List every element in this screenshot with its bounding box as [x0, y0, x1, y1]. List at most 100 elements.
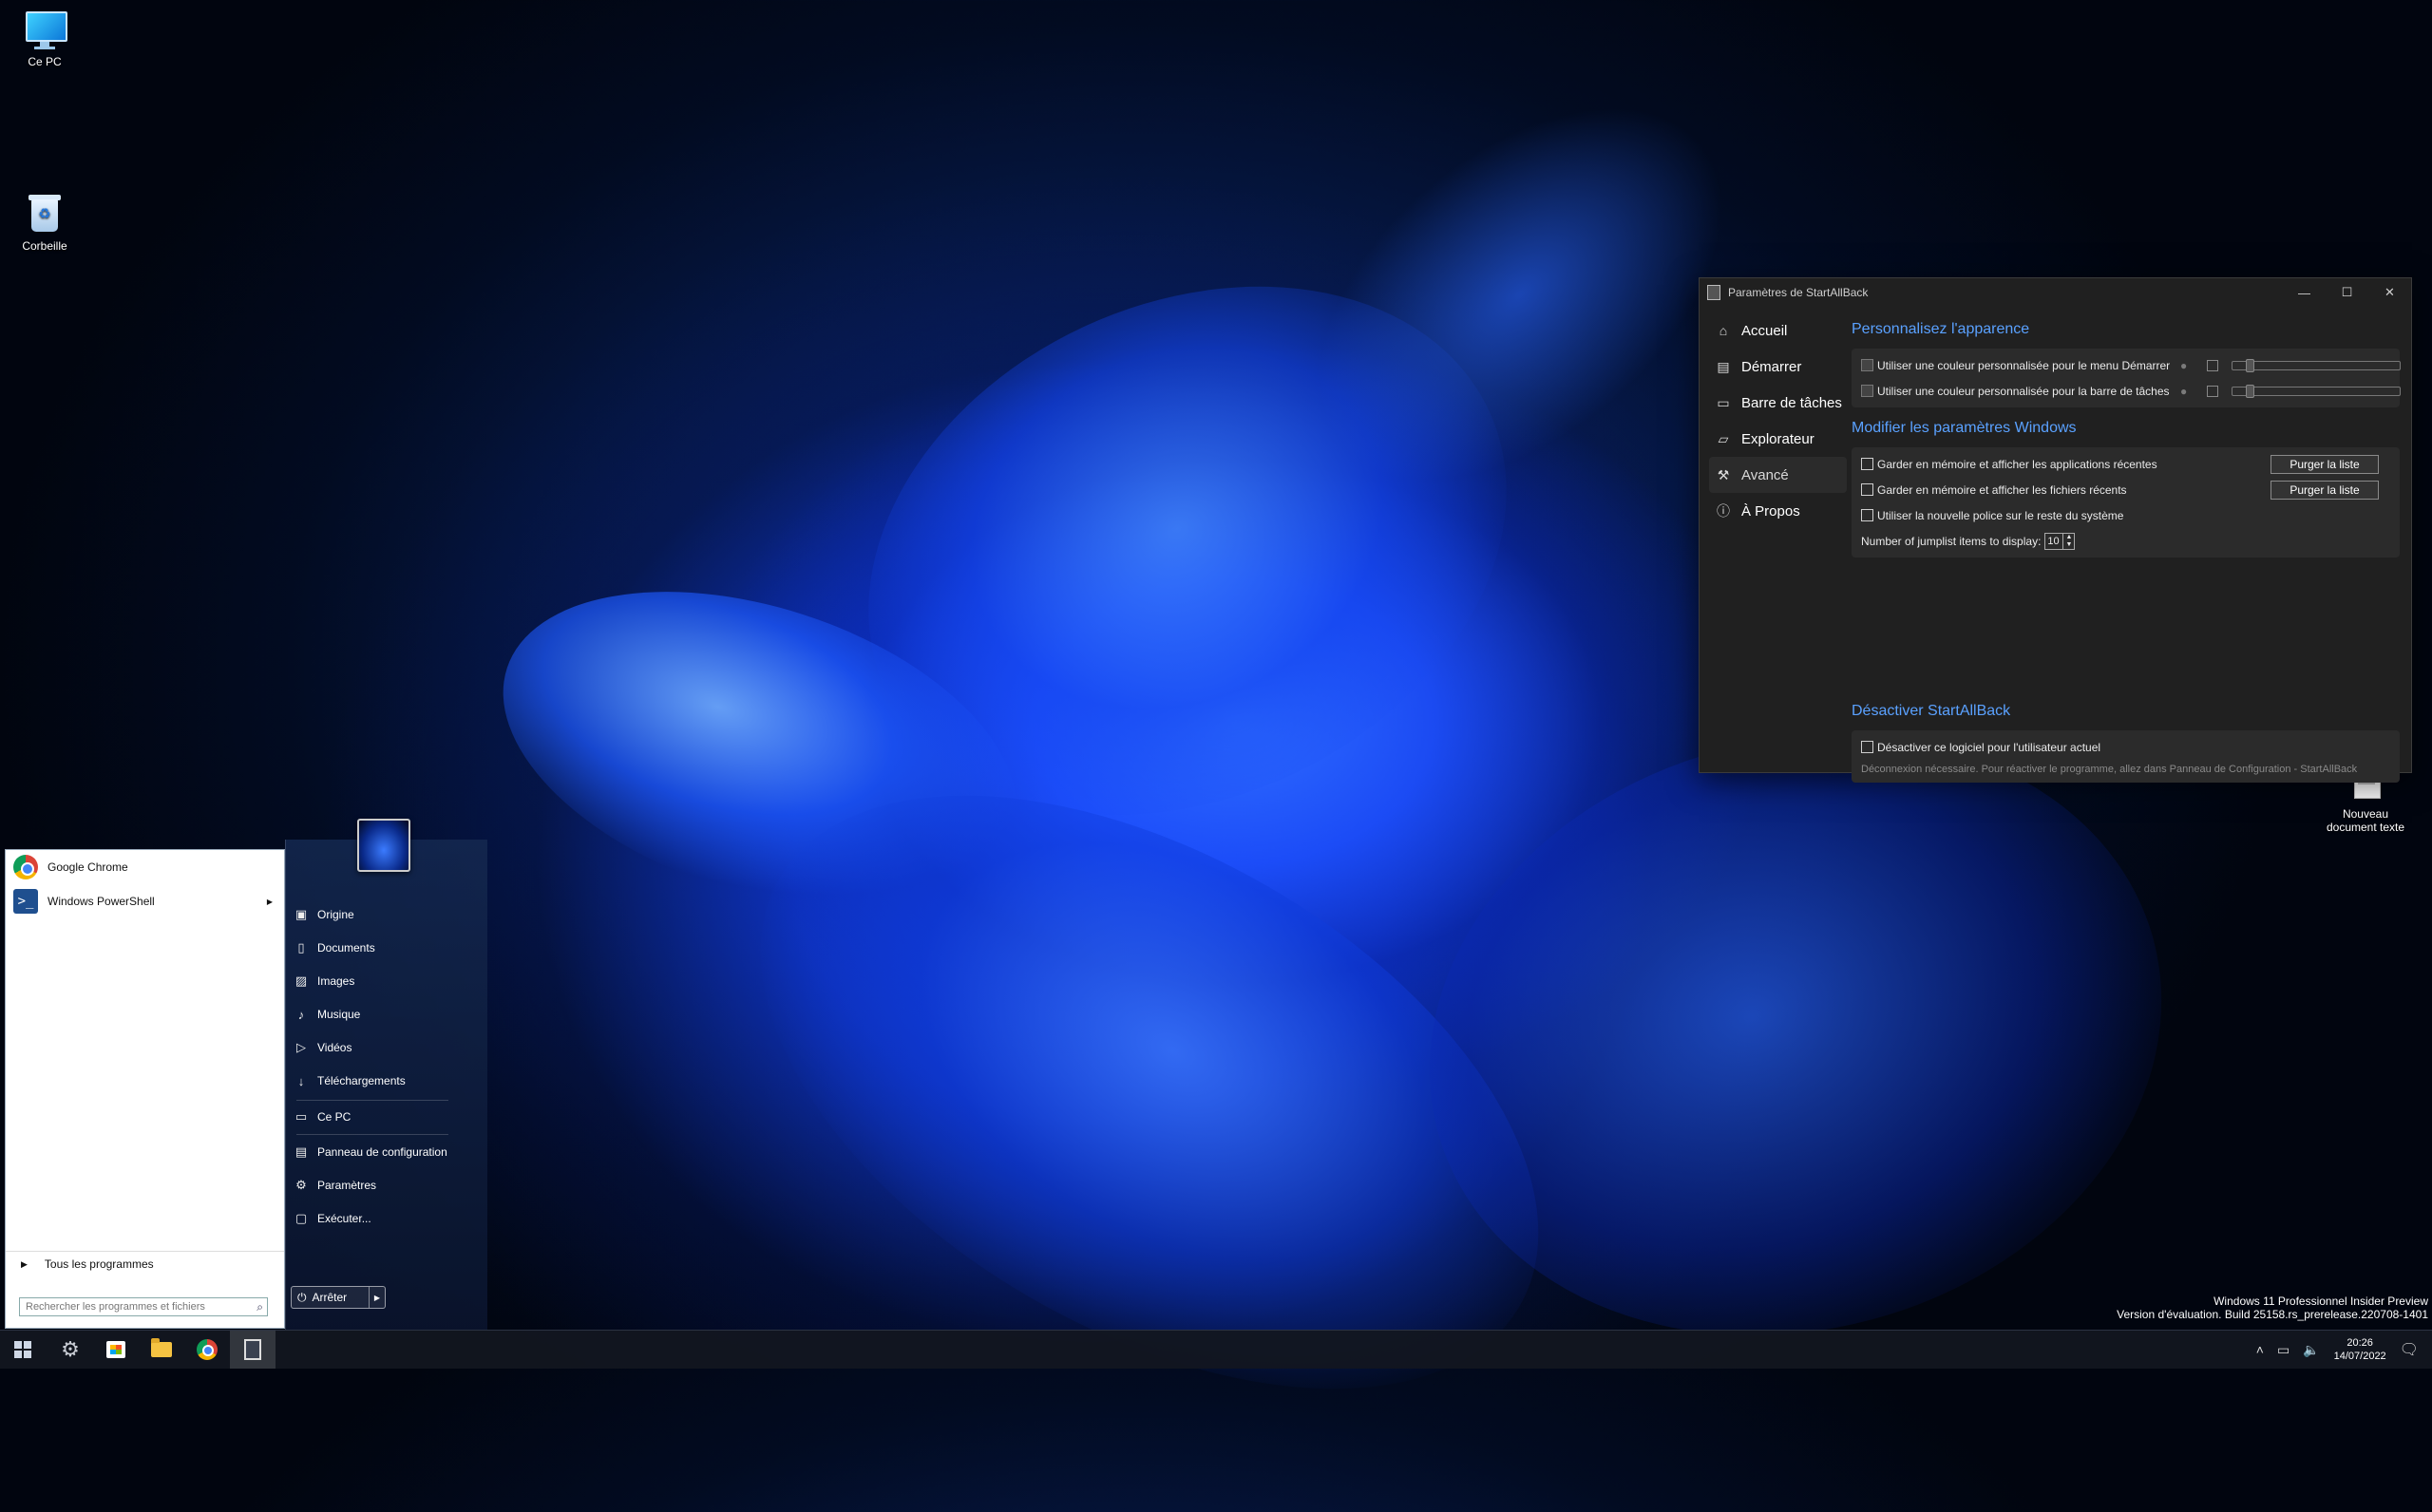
- taskbar-opacity-slider[interactable]: [2232, 384, 2401, 398]
- new-font-row: Utiliser la nouvelle police sur le reste…: [1861, 502, 2390, 528]
- divider: [296, 1134, 448, 1135]
- start-color-label: Utiliser une couleur personnalisée pour …: [1877, 358, 2171, 372]
- taskbar-microsoft-store[interactable]: [93, 1331, 139, 1369]
- recent-files-row: Garder en mémoire et afficher les fichie…: [1861, 477, 2390, 502]
- slider-handle[interactable]: [2246, 358, 2254, 372]
- desktop-icon-recycle-bin[interactable]: ♻ Corbeille: [2, 192, 87, 253]
- taskbar-color-checkbox[interactable]: [1861, 385, 1873, 397]
- nav-item-demarrer[interactable]: ▤ Démarrer: [1709, 349, 1847, 385]
- taskbar-settings[interactable]: ⚙: [48, 1331, 93, 1369]
- music-icon: ♪: [297, 1007, 305, 1022]
- volume-icon[interactable]: 🔈: [2303, 1342, 2319, 1358]
- clock[interactable]: 20:26 14/07/2022: [2334, 1336, 2386, 1363]
- chevron-right-icon[interactable]: ▶: [369, 1287, 385, 1308]
- close-button[interactable]: ✕: [2368, 278, 2411, 307]
- start-menu: Google Chrome >_ Windows PowerShell ▶ ▶ …: [0, 819, 487, 1331]
- place-executer[interactable]: ▢ Exécuter...: [294, 1202, 475, 1235]
- disable-label: Désactiver ce logiciel pour l'utilisateu…: [1877, 740, 2101, 754]
- user-folder-icon: ▣: [294, 907, 308, 921]
- jumplist-row: Number of jumplist items to display: 10 …: [1861, 528, 2390, 554]
- new-font-checkbox[interactable]: [1861, 509, 1873, 521]
- jumplist-stepper[interactable]: 10 ▲ ▼: [2044, 532, 2076, 550]
- taskbar-file-explorer[interactable]: [139, 1331, 184, 1369]
- chevron-down-icon[interactable]: ▼: [2065, 541, 2072, 549]
- control-panel-icon: ▤: [294, 1144, 308, 1159]
- program-label: Google Chrome: [48, 860, 128, 874]
- place-label: Musique: [317, 1008, 361, 1021]
- place-parametres[interactable]: ⚙ Paramètres: [294, 1169, 475, 1201]
- chrome-icon: [197, 1339, 218, 1360]
- stepper-arrows[interactable]: ▲ ▼: [2063, 532, 2076, 550]
- start-color-row: Utiliser une couleur personnalisée pour …: [1861, 352, 2401, 378]
- nav-item-barre-de-taches[interactable]: ▭ Barre de tâches: [1709, 385, 1847, 421]
- desktop-icon-this-pc[interactable]: Ce PC: [2, 8, 87, 68]
- taskbar-google-chrome[interactable]: [184, 1331, 230, 1369]
- taskbar-color-label: Utiliser une couleur personnalisée pour …: [1877, 384, 2170, 398]
- clock-time: 20:26: [2346, 1337, 2373, 1349]
- start-color-checkbox[interactable]: [1861, 359, 1873, 371]
- nav-item-label: Accueil: [1741, 322, 1788, 339]
- jumplist-label: Number of jumplist items to display:: [1861, 534, 2042, 548]
- all-programs-label: Tous les programmes: [44, 1257, 154, 1271]
- search-placeholder: Rechercher les programmes et fichiers: [26, 1301, 205, 1313]
- power-icon: ⏻: [297, 1290, 307, 1304]
- place-ce-pc[interactable]: ▭ Ce PC: [294, 1101, 475, 1133]
- start-search-input[interactable]: Rechercher les programmes et fichiers ⌕: [19, 1297, 268, 1316]
- recent-files-checkbox[interactable]: [1861, 483, 1873, 496]
- start-opacity-slider[interactable]: [2232, 358, 2401, 372]
- taskbar-color-swatch[interactable]: [2207, 385, 2218, 397]
- taskbar-startallback-settings[interactable]: [230, 1331, 276, 1369]
- chevron-up-icon[interactable]: ˄: [2256, 1342, 2264, 1357]
- taskbar: ⚙ ˄ ▭ 🔈 20:26 14/07/2022 🗨: [0, 1330, 2432, 1369]
- network-icon[interactable]: ▭: [2277, 1342, 2290, 1358]
- chevron-up-icon[interactable]: ▲: [2065, 534, 2072, 541]
- wrench-icon: ⚒: [1717, 466, 1730, 482]
- place-telechargements[interactable]: ↓ Téléchargements: [294, 1065, 475, 1097]
- nav-item-label: Démarrer: [1741, 358, 1802, 375]
- search-icon[interactable]: ⌕: [256, 1300, 263, 1314]
- folder-icon: ▱: [1718, 430, 1729, 446]
- place-label: Ce PC: [317, 1110, 352, 1124]
- place-origine[interactable]: ▣ Origine: [294, 898, 475, 931]
- nav-item-a-propos[interactable]: ⓘ À Propos: [1709, 493, 1847, 529]
- disable-checkbox[interactable]: [1861, 741, 1873, 753]
- slider-handle[interactable]: [2246, 384, 2254, 398]
- place-documents[interactable]: ▯ Documents: [294, 932, 475, 964]
- notification-icon[interactable]: 🗨: [2400, 1340, 2419, 1359]
- nav-item-label: Explorateur: [1741, 430, 1814, 447]
- nav-item-accueil[interactable]: ⌂ Accueil: [1709, 312, 1847, 349]
- program-windows-powershell[interactable]: >_ Windows PowerShell ▶: [6, 884, 284, 918]
- windows-params-card: Garder en mémoire et afficher les applic…: [1852, 447, 2400, 558]
- start-color-swatch[interactable]: [2207, 359, 2218, 371]
- shutdown-button[interactable]: ⏻ Arrêter ▶: [291, 1286, 386, 1309]
- place-videos[interactable]: ▷ Vidéos: [294, 1031, 475, 1064]
- recent-apps-checkbox[interactable]: [1861, 458, 1873, 470]
- app-icon: [1707, 285, 1720, 300]
- maximize-button[interactable]: ☐: [2326, 278, 2368, 307]
- recent-apps-row: Garder en mémoire et afficher les applic…: [1861, 451, 2390, 477]
- nav-item-explorateur[interactable]: ▱ Explorateur: [1709, 421, 1847, 457]
- disable-row: Désactiver ce logiciel pour l'utilisateu…: [1861, 734, 2390, 760]
- place-panneau-de-configuration[interactable]: ▤ Panneau de configuration: [294, 1136, 475, 1168]
- place-images[interactable]: ▨ Images: [294, 965, 475, 997]
- purge-recent-files-button[interactable]: Purger la liste: [2270, 480, 2379, 500]
- wallpaper-bloom: [660, 672, 1639, 1512]
- place-label: Origine: [317, 908, 354, 921]
- taskbar-icon: ▭: [1717, 394, 1730, 410]
- nav-item-avance[interactable]: ⚒ Avancé: [1709, 457, 1847, 493]
- program-google-chrome[interactable]: Google Chrome: [6, 850, 284, 884]
- jumplist-value[interactable]: 10: [2044, 532, 2064, 550]
- minimize-button[interactable]: —: [2283, 278, 2326, 307]
- all-programs[interactable]: ▶ Tous les programmes: [6, 1251, 284, 1276]
- place-musique[interactable]: ♪ Musique: [294, 998, 475, 1030]
- folder-icon: [151, 1338, 172, 1357]
- windows-watermark: Windows 11 Professionnel Insider Preview…: [2117, 1295, 2428, 1321]
- user-avatar[interactable]: [357, 819, 410, 872]
- watermark-line: Version d'évaluation. Build 25158.rs_pre…: [2117, 1308, 2428, 1321]
- title-bar[interactable]: Paramètres de StartAllBack — ☐ ✕: [1700, 278, 2411, 307]
- start-button[interactable]: [0, 1331, 46, 1369]
- purge-recent-apps-button[interactable]: Purger la liste: [2270, 454, 2379, 474]
- recycle-bin-icon: ♻: [23, 192, 66, 236]
- chevron-right-icon[interactable]: ▶: [267, 898, 273, 906]
- place-label: Panneau de configuration: [317, 1145, 447, 1159]
